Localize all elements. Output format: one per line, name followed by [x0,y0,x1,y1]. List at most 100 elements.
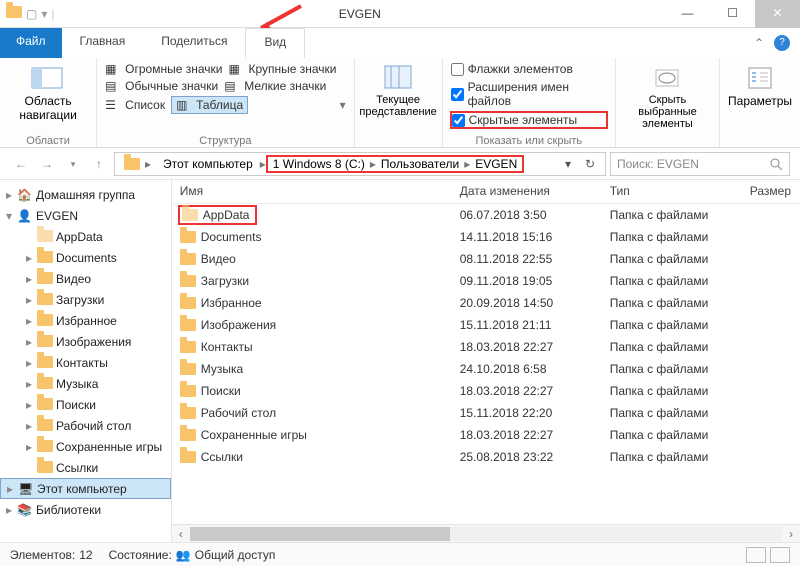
scroll-left-icon[interactable]: ‹ [172,527,190,541]
status-state-label: Состояние: [109,548,172,562]
layout-list[interactable]: ☰Список [105,98,165,112]
tab-share[interactable]: Поделиться [143,28,245,58]
file-row[interactable]: Видео08.11.2018 22:55Папка с файлами [172,248,800,270]
refresh-button[interactable]: ↻ [579,157,601,171]
folder-icon [180,385,196,397]
layout-table[interactable]: ▥Таблица [171,96,248,114]
hide-selected-button[interactable]: Скрыть выбранные элементы [624,62,711,130]
cell-date: 08.11.2018 22:55 [452,250,602,268]
breadcrumb[interactable]: ▸ Этот компьютер ▸ 1 Windows 8 (C:) ▸ По… [114,152,606,176]
tree-item[interactable]: ▸Сохраненные игры [0,436,171,457]
tree-item[interactable]: ▸Избранное [0,310,171,331]
tree-item[interactable]: ▸Загрузки [0,289,171,310]
col-type[interactable]: Тип [602,180,742,203]
file-row[interactable]: Рабочий стол15.11.2018 22:20Папка с файл… [172,402,800,424]
tree-item[interactable]: ▸Изображения [0,331,171,352]
checkbox-item-extensions[interactable]: Расширения имен файлов [451,80,607,108]
back-button[interactable]: ← [10,153,32,175]
layout-small-icons[interactable]: ▤Мелкие значки [224,79,326,93]
layout-huge-icons[interactable]: ▦Огромные значки [105,62,222,76]
tree-evgen[interactable]: ▾👤EVGEN [0,205,171,226]
search-placeholder: Поиск: EVGEN [617,157,699,171]
breadcrumb-users[interactable]: Пользователи [381,157,459,171]
forward-button[interactable]: → [36,153,58,175]
breadcrumb-thispc[interactable]: Этот компьютер [158,157,258,171]
cell-type: Папка с файлами [602,338,742,356]
layout-more-icon[interactable]: ▾ [340,98,346,112]
checkbox-item-hidden[interactable]: Скрытые элементы [451,112,607,128]
tree-this-pc[interactable]: ▸🖥Этот компьютер [0,478,171,499]
thumbnails-view-button[interactable] [770,547,790,563]
tree-item[interactable]: ▸Documents [0,247,171,268]
checkbox-extensions[interactable] [451,88,464,101]
search-box[interactable]: Поиск: EVGEN [610,152,790,176]
medium-icons-icon: ▤ [105,79,121,93]
tree-item[interactable]: ▸Рабочий стол [0,415,171,436]
history-dropdown[interactable]: ▾ [62,153,84,175]
scroll-track[interactable] [190,527,782,541]
file-row[interactable]: Documents14.11.2018 15:16Папка с файлами [172,226,800,248]
chevron-right-icon[interactable]: ▸ [258,157,268,171]
folder-icon [37,419,53,433]
file-row[interactable]: Загрузки09.11.2018 19:05Папка с файлами [172,270,800,292]
cell-type: Папка с файлами [602,206,742,224]
tree-homegroup[interactable]: ▸🏠Домашняя группа [0,184,171,205]
file-row[interactable]: Музыка24.10.2018 6:58Папка с файлами [172,358,800,380]
help-icon[interactable]: ? [774,35,790,51]
file-row[interactable]: Контакты18.03.2018 22:27Папка с файлами [172,336,800,358]
up-button[interactable]: ↑ [88,153,110,175]
tree-item[interactable]: ▸Видео [0,268,171,289]
breadcrumb-icon[interactable]: ▸ [119,157,158,171]
file-row[interactable]: Избранное20.09.2018 14:50Папка с файлами [172,292,800,314]
col-size[interactable]: Размер [742,180,800,203]
tree-item[interactable]: ▸Контакты [0,352,171,373]
column-headers[interactable]: Имя Дата изменения Тип Размер [172,180,800,204]
maximize-button[interactable]: ☐ [710,0,755,28]
tree-item[interactable]: ▸Музыка [0,373,171,394]
breadcrumb-drive[interactable]: 1 Windows 8 (C:) [273,157,365,171]
tree-libraries[interactable]: ▸📚Библиотеки [0,499,171,520]
details-view-button[interactable] [746,547,766,563]
folder-icon [180,275,196,287]
col-date[interactable]: Дата изменения [452,180,602,203]
layout-medium-icons[interactable]: ▤Обычные значки [105,79,218,93]
file-row[interactable]: Поиски18.03.2018 22:27Папка с файлами [172,380,800,402]
checkbox-flags[interactable] [451,63,464,76]
options-button[interactable]: Параметры [728,62,792,108]
chevron-right-icon[interactable]: ▸ [462,157,472,171]
col-name[interactable]: Имя [172,180,452,203]
properties-icon[interactable]: ▾ [41,7,47,21]
new-folder-icon[interactable]: ▢ [26,7,37,21]
file-row[interactable]: Изображения15.11.2018 21:11Папка с файла… [172,314,800,336]
file-rows: AppData06.07.2018 3:50Папка с файламиDoc… [172,204,800,468]
tab-view[interactable]: Вид [245,28,305,58]
file-row[interactable]: Ссылки25.08.2018 23:22Папка с файлами [172,446,800,468]
tree-item[interactable]: ▸Поиски [0,394,171,415]
breadcrumb-folder[interactable]: EVGEN [475,157,517,171]
file-row[interactable]: Сохраненные игры18.03.2018 22:27Папка с … [172,424,800,446]
tree-item[interactable]: AppData [0,226,171,247]
history-dropdown-icon[interactable]: ▾ [557,157,579,171]
current-view-button[interactable]: Текущее представление [363,62,434,118]
ribbon-tab-strip: Файл Главная Поделиться Вид ⌃ ? [0,28,800,58]
tab-home[interactable]: Главная [62,28,144,58]
checkbox-hidden[interactable] [452,114,465,127]
horizontal-scrollbar[interactable]: ‹ › [172,524,800,542]
close-button[interactable]: ✕ [755,0,800,28]
nav-tree[interactable]: ▸🏠Домашняя группа ▾👤EVGEN AppData▸Docume… [0,180,172,542]
checkbox-item-flags[interactable]: Флажки элементов [451,62,607,76]
file-row[interactable]: AppData06.07.2018 3:50Папка с файлами [172,204,800,226]
navigation-pane-button[interactable]: Область навигации [8,62,88,122]
search-icon[interactable] [769,157,783,171]
scroll-right-icon[interactable]: › [782,527,800,541]
collapse-ribbon-icon[interactable]: ⌃ [754,36,764,50]
tab-file[interactable]: Файл [0,28,62,58]
tree-item[interactable]: Ссылки [0,457,171,478]
chevron-right-icon[interactable]: ▸ [368,157,378,171]
folder-icon [37,377,53,391]
folder-icon [37,335,53,349]
minimize-button[interactable]: — [665,0,710,28]
options-label: Параметры [728,94,792,108]
scroll-thumb[interactable] [190,527,450,541]
layout-large-icons[interactable]: ▦Крупные значки [228,62,336,76]
